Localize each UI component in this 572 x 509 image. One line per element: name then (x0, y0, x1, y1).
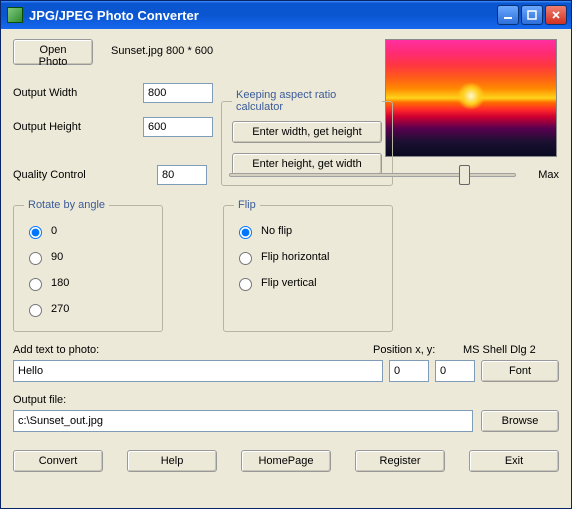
slider-thumb[interactable] (459, 165, 470, 185)
flip-option-no-flip[interactable]: No flip (234, 223, 382, 239)
flip-legend: Flip (234, 199, 260, 211)
titlebar[interactable]: JPG/JPEG Photo Converter (1, 1, 571, 29)
flip-radio-flip-horizontal[interactable] (239, 252, 252, 265)
rotate-radio-180[interactable] (29, 278, 42, 291)
flip-group: Flip No flip Flip horizontal Flip vertical (223, 199, 393, 332)
close-button[interactable] (545, 5, 567, 25)
aspect-ratio-legend: Keeping aspect ratio calculator (232, 89, 382, 113)
photo-preview (385, 39, 557, 157)
rotate-option-180[interactable]: 180 (24, 275, 152, 291)
slider-track (229, 173, 516, 177)
flip-radio-label: Flip vertical (261, 277, 317, 289)
rotate-legend: Rotate by angle (24, 199, 109, 211)
quality-max-label: Max (538, 169, 559, 181)
rotate-option-90[interactable]: 90 (24, 249, 152, 265)
preview-sun (457, 82, 485, 110)
position-label: Position x, y: (373, 344, 463, 356)
file-info-label: Sunset.jpg 800 * 600 (111, 45, 213, 57)
rotate-option-270[interactable]: 270 (24, 301, 152, 317)
output-file-label: Output file: (13, 394, 559, 406)
register-button[interactable]: Register (355, 450, 445, 472)
add-text-input[interactable] (13, 360, 383, 382)
flip-radio-flip-vertical[interactable] (239, 278, 252, 291)
font-name-label: MS Shell Dlg 2 (463, 344, 559, 356)
output-width-input[interactable] (143, 83, 213, 103)
open-photo-button[interactable]: Open Photo (13, 39, 93, 65)
quality-slider[interactable] (229, 165, 516, 185)
close-icon (551, 10, 561, 20)
browse-button[interactable]: Browse (481, 410, 559, 432)
rotate-group: Rotate by angle 0 90 180 270 (13, 199, 163, 332)
font-button[interactable]: Font (481, 360, 559, 382)
app-window: JPG/JPEG Photo Converter Open Photo Suns… (0, 0, 572, 509)
rotate-radio-label: 180 (51, 277, 69, 289)
add-text-label: Add text to photo: (13, 344, 373, 356)
minimize-button[interactable] (497, 5, 519, 25)
app-icon (7, 7, 23, 23)
output-file-input[interactable] (13, 410, 473, 432)
enter-width-get-height-button[interactable]: Enter width, get height (232, 121, 382, 143)
minimize-icon (503, 10, 513, 20)
rotate-radio-label: 90 (51, 251, 63, 263)
exit-button[interactable]: Exit (469, 450, 559, 472)
rotate-radio-label: 0 (51, 225, 57, 237)
output-height-label: Output Height (13, 121, 143, 133)
quality-input[interactable] (157, 165, 207, 185)
convert-button[interactable]: Convert (13, 450, 103, 472)
homepage-button[interactable]: HomePage (241, 450, 331, 472)
flip-radio-label: Flip horizontal (261, 251, 329, 263)
flip-option-flip-vertical[interactable]: Flip vertical (234, 275, 382, 291)
maximize-icon (527, 10, 537, 20)
help-button[interactable]: Help (127, 450, 217, 472)
window-title: JPG/JPEG Photo Converter (29, 8, 497, 23)
position-y-input[interactable] (435, 360, 475, 382)
rotate-radio-0[interactable] (29, 226, 42, 239)
client-area: Open Photo Sunset.jpg 800 * 600 Output W… (1, 29, 571, 508)
output-width-label: Output Width (13, 87, 143, 99)
flip-option-flip-horizontal[interactable]: Flip horizontal (234, 249, 382, 265)
rotate-option-0[interactable]: 0 (24, 223, 152, 239)
flip-radio-no-flip[interactable] (239, 226, 252, 239)
flip-radio-label: No flip (261, 225, 292, 237)
quality-label: Quality Control (13, 169, 143, 181)
position-x-input[interactable] (389, 360, 429, 382)
rotate-radio-270[interactable] (29, 304, 42, 317)
rotate-radio-label: 270 (51, 303, 69, 315)
output-height-input[interactable] (143, 117, 213, 137)
maximize-button[interactable] (521, 5, 543, 25)
rotate-radio-90[interactable] (29, 252, 42, 265)
